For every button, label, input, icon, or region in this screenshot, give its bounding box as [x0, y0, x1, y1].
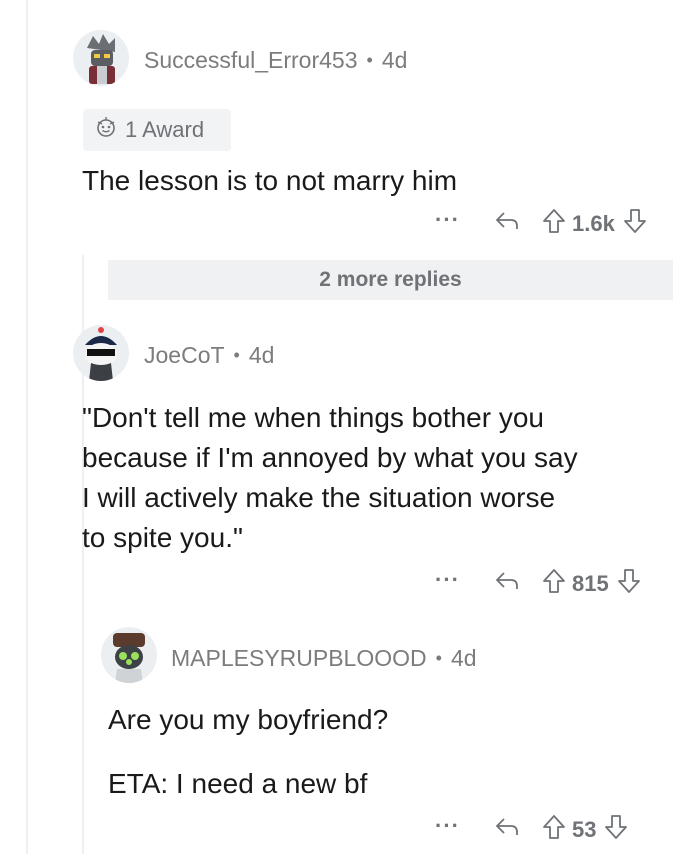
- comment-text-line: "Don't tell me when things bother you: [82, 402, 544, 433]
- more-replies-button[interactable]: 2 more replies: [108, 260, 673, 300]
- username[interactable]: MAPLESYRUPBLOOOD: [171, 645, 427, 672]
- score: 1.6k: [571, 211, 615, 236]
- avatar[interactable]: [101, 627, 157, 683]
- comment-meta: MAPLESYRUPBLOOOD • 4d: [171, 645, 477, 672]
- more-options-button[interactable]: ···: [435, 207, 460, 233]
- comment-actions: ··· 53: [435, 813, 628, 846]
- avatar[interactable]: [73, 325, 129, 381]
- comment-meta: Successful_Error453 • 4d: [144, 47, 407, 74]
- score: 815: [571, 571, 609, 596]
- downvote-icon[interactable]: [604, 814, 628, 846]
- comment-body: "Don't tell me when things bother you be…: [82, 398, 578, 558]
- award-icon: [93, 116, 125, 144]
- comment-age: 4d: [450, 645, 477, 671]
- separator-dot: •: [435, 648, 442, 668]
- more-options-button[interactable]: ···: [435, 813, 460, 839]
- comment-text-line: ETA: I need a new bf: [108, 768, 368, 799]
- comment-body: Are you my boyfriend?: [108, 700, 388, 740]
- comment-text-line: I will actively make the situation worse: [82, 482, 556, 513]
- thread-line[interactable]: [26, 0, 28, 854]
- username[interactable]: JoeCoT: [144, 342, 225, 369]
- comment-actions: ··· 815: [435, 567, 641, 600]
- downvote-icon[interactable]: [617, 568, 641, 600]
- comment-body: ETA: I need a new bf: [108, 764, 367, 804]
- reply-icon[interactable]: [494, 816, 520, 844]
- avatar[interactable]: [73, 30, 129, 86]
- comment-age: 4d: [381, 47, 408, 73]
- reply-icon[interactable]: [494, 210, 520, 238]
- username[interactable]: Successful_Error453: [144, 47, 358, 74]
- award-badge[interactable]: 1 Award: [83, 109, 231, 151]
- upvote-icon[interactable]: [542, 208, 566, 240]
- upvote-icon[interactable]: [542, 814, 566, 846]
- comment-body: The lesson is to not marry him: [82, 161, 457, 201]
- comment-meta: JoeCoT • 4d: [144, 342, 274, 369]
- reply-icon[interactable]: [494, 570, 520, 598]
- award-label: 1 Award: [125, 117, 205, 142]
- comment-text-line: because if I'm annoyed by what you say: [82, 442, 578, 473]
- comment-text-line: Are you my boyfriend?: [108, 704, 389, 735]
- comment-text-line: to spite you.": [82, 522, 243, 553]
- downvote-icon[interactable]: [623, 208, 647, 240]
- comment-actions: ··· 1.6k: [435, 207, 647, 240]
- upvote-icon[interactable]: [542, 568, 566, 600]
- separator-dot: •: [366, 50, 373, 70]
- comment-age: 4d: [248, 342, 275, 368]
- more-options-button[interactable]: ···: [435, 567, 460, 593]
- separator-dot: •: [233, 345, 240, 365]
- comment-text-line: The lesson is to not marry him: [82, 165, 458, 196]
- score: 53: [571, 817, 597, 842]
